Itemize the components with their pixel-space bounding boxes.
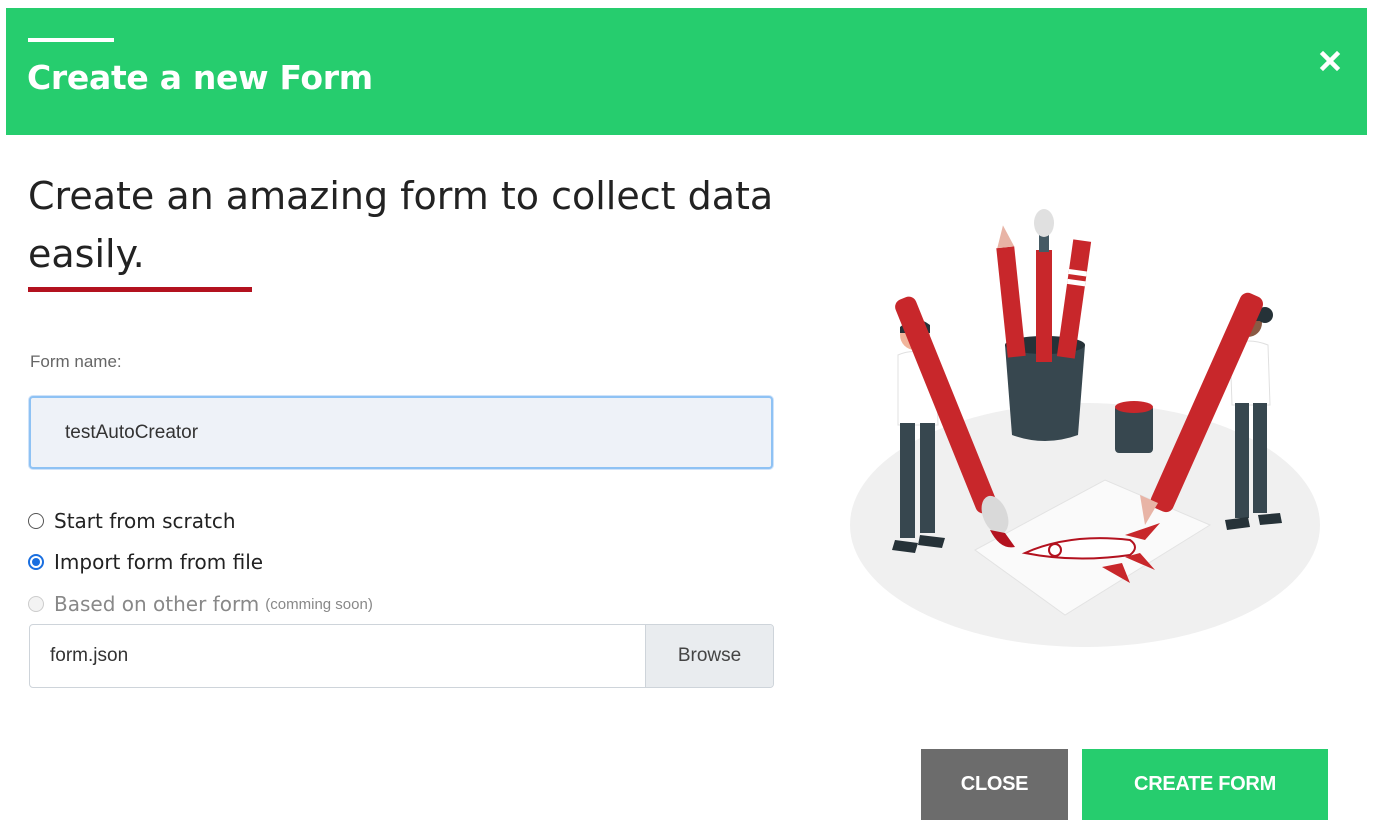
radio-button[interactable] — [28, 513, 44, 529]
header-accent-bar — [28, 38, 114, 42]
form-name-input[interactable] — [29, 396, 773, 469]
close-button[interactable]: CLOSE — [921, 749, 1068, 820]
browse-button[interactable]: Browse — [645, 625, 773, 687]
page-headline: Create an amazing form to collect data e… — [28, 174, 774, 276]
close-icon[interactable] — [1315, 46, 1345, 76]
option-label: Based on other form — [54, 592, 260, 616]
coming-soon-note: (comming soon) — [265, 595, 373, 613]
modal-title: Create a new Form — [27, 58, 373, 97]
file-input-group[interactable]: form.json Browse — [29, 624, 774, 688]
radio-button[interactable] — [28, 554, 44, 570]
option-based-on-other-form: Based on other form (comming soon) — [28, 591, 373, 617]
form-name-label: Form name: — [30, 352, 122, 371]
create-form-button[interactable]: CREATE FORM — [1082, 749, 1328, 820]
option-start-from-scratch[interactable]: Start from scratch — [28, 508, 236, 534]
option-label: Start from scratch — [54, 509, 236, 533]
modal-header: Create a new Form — [6, 8, 1367, 135]
option-label: Import form from file — [54, 550, 264, 574]
headline-underline — [28, 287, 252, 292]
people-painting-rocket-illustration — [850, 209, 1320, 647]
radio-button — [28, 596, 44, 612]
file-name-field[interactable]: form.json — [30, 625, 645, 687]
option-import-from-file[interactable]: Import form from file — [28, 549, 263, 575]
